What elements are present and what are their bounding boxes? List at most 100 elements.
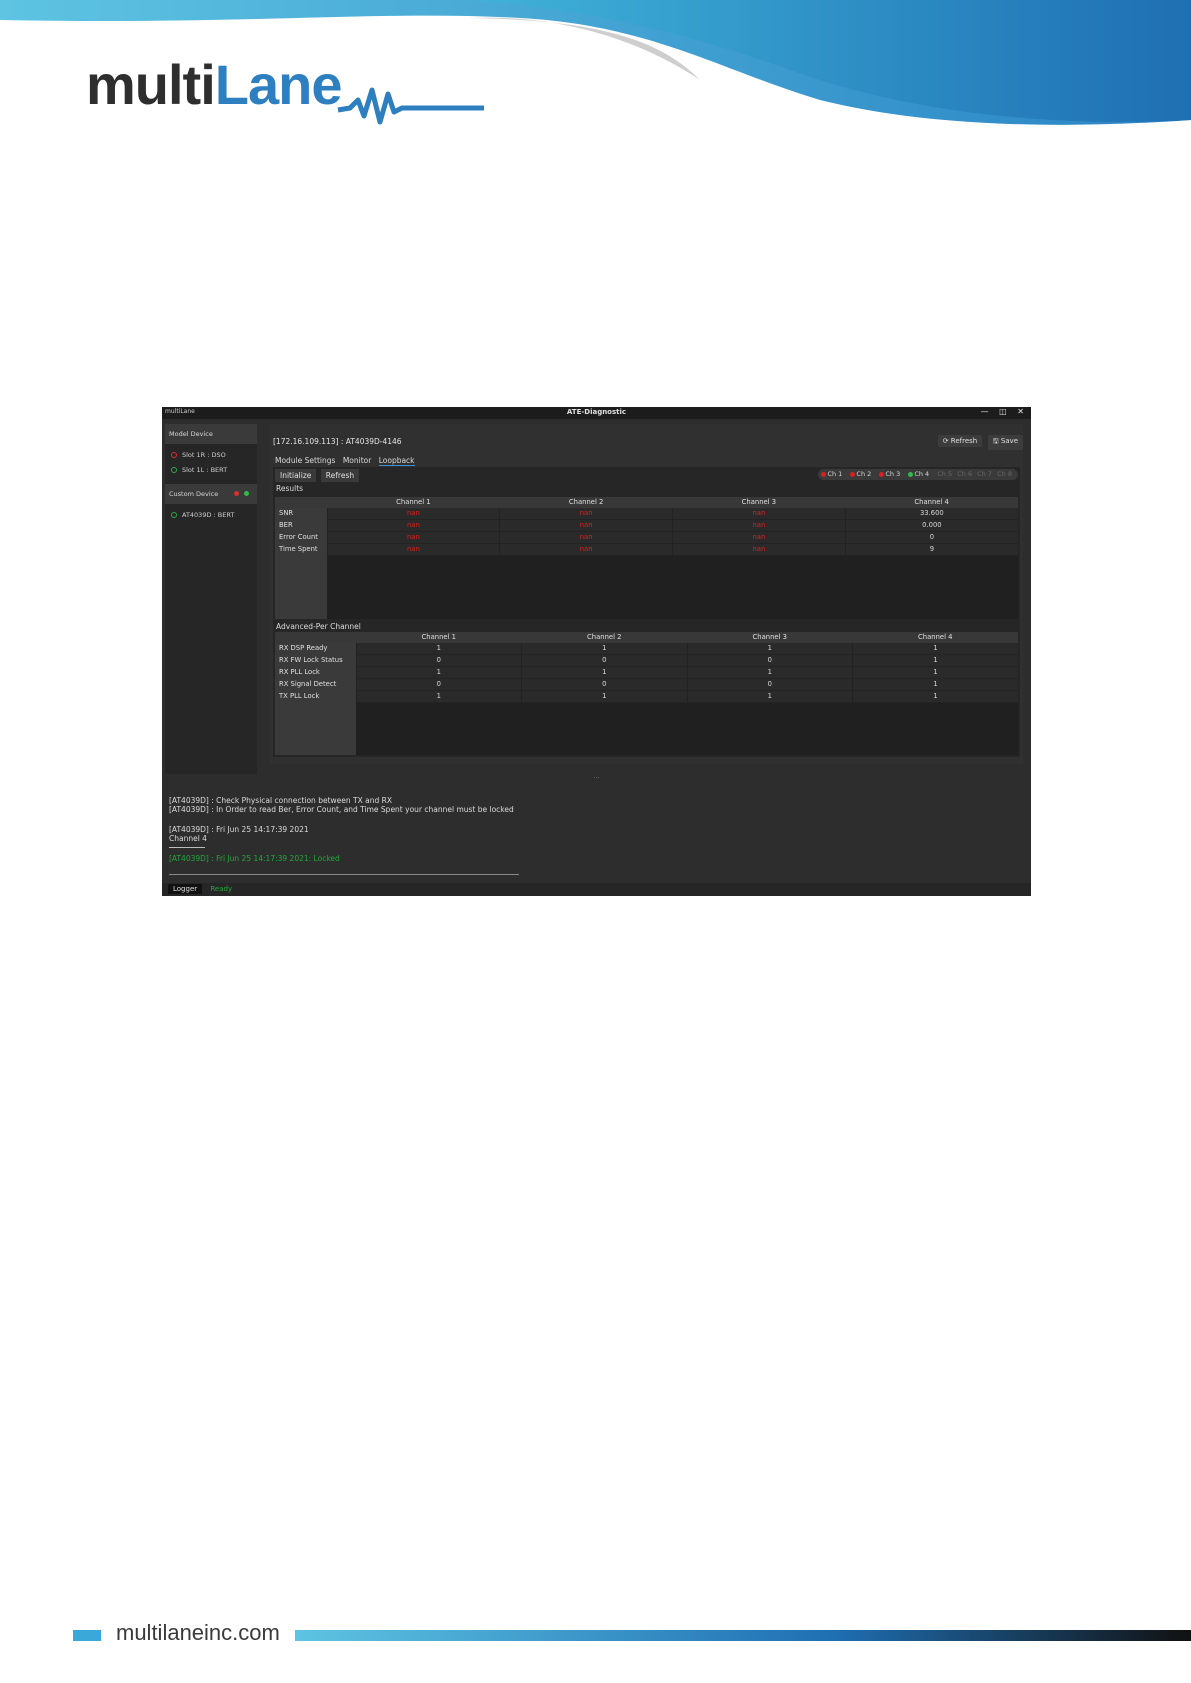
ate-diagnostic-window: multiLane ATE-Diagnostic — ◫ ✕ Model Dev… <box>162 407 1031 896</box>
add-device-icon[interactable] <box>244 491 249 496</box>
sidebar-item-slot-1r[interactable]: Slot 1R : DSO <box>165 448 257 463</box>
table-cell: 0 <box>686 654 853 667</box>
save-button[interactable]: 🖫 Save <box>987 435 1023 450</box>
table-row: TX PLL Lock 1 1 1 1 <box>275 690 1018 703</box>
table-cell: 1 <box>355 643 522 655</box>
advanced-label: Advanced-Per Channel <box>276 622 361 631</box>
advanced-header-row: Channel 1 Channel 2 Channel 3 Channel 4 <box>275 632 1018 643</box>
log-divider <box>169 847 205 848</box>
table-cell: 33.600 <box>844 508 1018 520</box>
advanced-table-area: Channel 1 Channel 2 Channel 3 Channel 4 … <box>275 632 1018 755</box>
channel-toggle-7[interactable]: Ch 7 <box>977 470 992 478</box>
sidebar-item-slot-1l[interactable]: Slot 1L : BERT <box>165 463 257 478</box>
table-cell: 1 <box>521 690 687 703</box>
table-cell: 9 <box>844 543 1018 556</box>
channel-toggle-5[interactable]: Ch 5 <box>937 470 952 478</box>
channel-status-icon <box>879 471 885 477</box>
channel-toggle-3[interactable]: Ch 3 <box>879 470 903 478</box>
table-cell: nan <box>326 508 500 520</box>
logo-wave-icon <box>337 87 484 125</box>
channel-status-icon <box>908 471 914 477</box>
logger-tab[interactable]: Logger <box>168 884 203 894</box>
splitter-handle[interactable]: ··· <box>162 774 1031 784</box>
table-cell: 1 <box>686 666 853 679</box>
row-label: RX DSP Ready <box>275 643 356 655</box>
table-cell: nan <box>672 519 846 532</box>
table-cell: 0 <box>355 678 522 691</box>
table-cell: 0 <box>686 678 853 691</box>
channel-toggle-2[interactable]: Ch 2 <box>850 470 874 478</box>
footer-accent-block <box>73 1630 101 1641</box>
table-row: Error Count nan nan nan 0 <box>275 531 1018 544</box>
model-device-header: Model Device <box>165 424 257 444</box>
channel-status-icon <box>821 471 827 477</box>
channel-toggle-4[interactable]: Ch 4 <box>908 470 932 478</box>
row-label: SNR <box>275 508 327 520</box>
table-cell: 0 <box>521 678 687 691</box>
window-controls[interactable]: — ◫ ✕ <box>981 407 1028 416</box>
table-cell: 1 <box>852 690 1018 703</box>
device-title: [172.16.109.113] : AT4039D-4146 <box>273 437 402 446</box>
column-header: Channel 4 <box>845 497 1018 508</box>
initialize-button[interactable]: Initialize <box>275 469 317 482</box>
log-scrollbar[interactable] <box>169 874 519 875</box>
table-cell: nan <box>326 531 500 544</box>
panel-refresh-button[interactable]: Refresh <box>320 469 360 482</box>
table-cell: 0 <box>355 654 522 667</box>
channel-toggle-6[interactable]: Ch 6 <box>957 470 972 478</box>
table-cell: 0 <box>521 654 687 667</box>
results-header-row: Channel 1 Channel 2 Channel 3 Channel 4 <box>275 497 1018 508</box>
table-cell: nan <box>672 508 846 520</box>
results-label: Results <box>276 484 304 493</box>
table-cell: nan <box>499 519 673 532</box>
column-header: Channel 1 <box>327 497 500 508</box>
remove-device-icon[interactable] <box>234 491 239 496</box>
table-cell: nan <box>326 519 500 532</box>
log-line: [AT4039D] : Check Physical connection be… <box>169 796 392 805</box>
column-header: Channel 3 <box>687 632 853 643</box>
table-row: SNR nan nan nan 33.600 <box>275 508 1018 520</box>
table-cell: 1 <box>355 666 522 679</box>
tab-loopback[interactable]: Loopback <box>378 456 415 466</box>
title-bar: multiLane ATE-Diagnostic — ◫ ✕ <box>162 407 1031 419</box>
table-cell: 1 <box>521 643 687 655</box>
device-sidebar: Model Device Slot 1R : DSO Slot 1L : BER… <box>165 424 257 774</box>
table-row: RX PLL Lock 1 1 1 1 <box>275 666 1018 679</box>
column-header: Channel 2 <box>521 632 687 643</box>
table-cell: 1 <box>852 666 1018 679</box>
status-text: Ready <box>210 885 233 893</box>
table-row: BER nan nan nan 0.000 <box>275 519 1018 532</box>
table-cell: 1 <box>686 643 853 655</box>
tab-module-settings[interactable]: Module Settings <box>275 456 335 465</box>
footer-accent-bar <box>295 1630 1191 1641</box>
channel-toggle-8[interactable]: Ch 8 <box>997 470 1012 478</box>
advanced-table: Channel 1 Channel 2 Channel 3 Channel 4 … <box>275 632 1018 703</box>
column-header: Channel 2 <box>499 497 673 508</box>
table-cell: 0 <box>844 531 1018 544</box>
sidebar-item-at4039d[interactable]: AT4039D : BERT <box>165 508 257 523</box>
table-cell: nan <box>672 543 846 556</box>
channel-status-icon <box>850 471 856 477</box>
row-label: Error Count <box>275 531 327 544</box>
tab-monitor[interactable]: Monitor <box>343 456 372 465</box>
module-tabs: Module Settings Monitor Loopback <box>275 456 420 466</box>
table-cell: nan <box>326 543 500 556</box>
table-cell: 0.000 <box>844 519 1018 532</box>
table-cell: 1 <box>521 666 687 679</box>
custom-device-header: Custom Device <box>165 484 257 504</box>
row-label-gutter <box>275 554 327 619</box>
loopback-panel: Initialize Refresh Ch 1 Ch 2 Ch 3 Ch 4 C… <box>273 467 1020 757</box>
multilane-logo: multiLane <box>86 53 342 116</box>
table-cell: nan <box>672 531 846 544</box>
log-line: [AT4039D] : In Order to read Ber, Error … <box>169 805 514 814</box>
table-row: Time Spent nan nan nan 9 <box>275 543 1018 556</box>
channel-selector: Ch 1 Ch 2 Ch 3 Ch 4 Ch 5 Ch 6 Ch 7 Ch 8 <box>818 469 1018 480</box>
website-url[interactable]: multilaneinc.com <box>116 1620 280 1646</box>
table-cell: 1 <box>852 643 1018 655</box>
table-row: RX FW Lock Status 0 0 0 1 <box>275 654 1018 667</box>
row-label: RX PLL Lock <box>275 666 356 679</box>
column-header: Channel 4 <box>852 632 1018 643</box>
refresh-button[interactable]: ⟳ Refresh <box>937 435 983 447</box>
column-header: Channel 1 <box>356 632 522 643</box>
channel-toggle-1[interactable]: Ch 1 <box>821 470 845 478</box>
